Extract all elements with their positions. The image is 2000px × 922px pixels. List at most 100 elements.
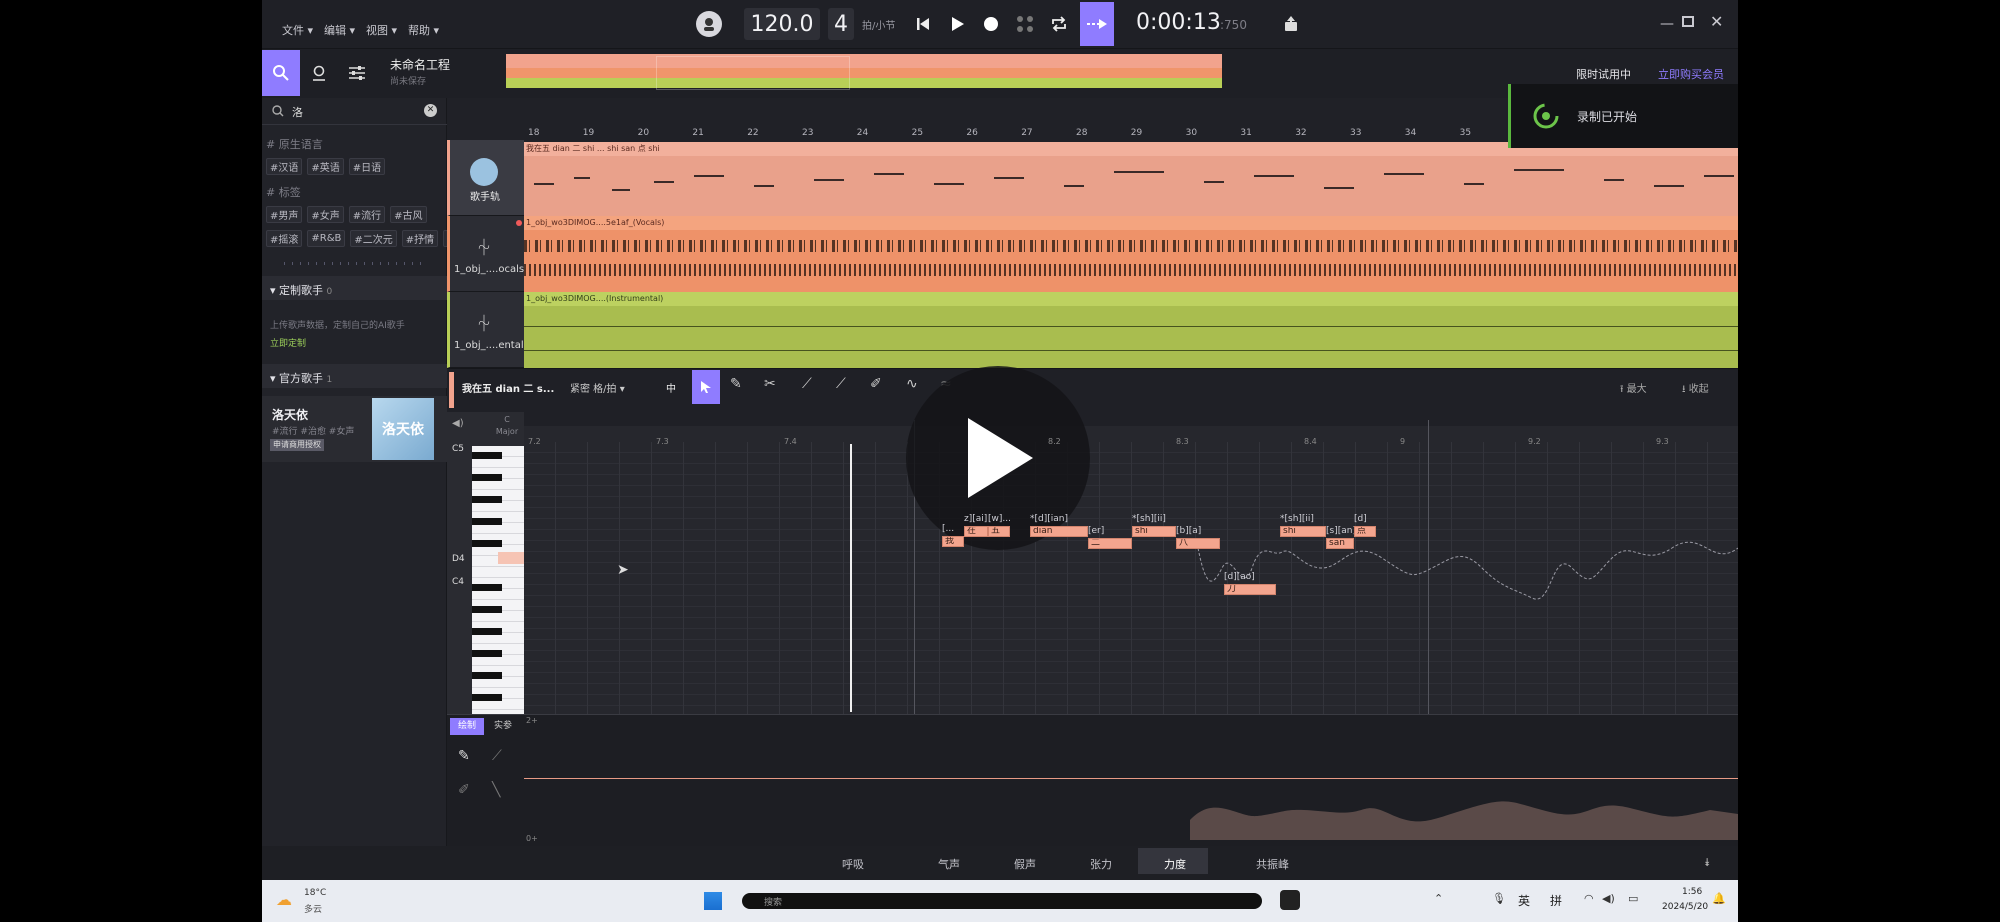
black-key[interactable] [472,452,502,459]
tag-lyrical[interactable]: #抒情 [401,230,439,247]
note-block[interactable]: san [1326,538,1354,549]
note-block[interactable]: 八 [1176,538,1220,549]
tab-formant[interactable]: 共振峰 [1256,856,1289,872]
user-button[interactable] [300,50,338,96]
weather-icon[interactable]: ☁ [276,890,292,909]
clear-search-icon[interactable]: ✕ [424,104,437,117]
key-scale-selector[interactable]: C Major [490,414,524,442]
note-block[interactable]: 二 [1088,538,1132,549]
export-button[interactable] [1278,11,1304,37]
project-name[interactable]: 未命名工程 [390,56,450,73]
track-header-instr[interactable]: ⏆ 1_obj_....ental) [447,292,528,368]
grid-button[interactable] [1012,11,1038,37]
follow-playhead-button[interactable] [1080,2,1114,46]
tag-chinese[interactable]: #汉语 [266,158,303,175]
ime-english[interactable]: 英 [1518,892,1530,909]
snap-select[interactable]: 紧密 格/拍 ▾ [570,380,625,395]
record-button[interactable] [978,11,1004,37]
overview-viewport[interactable] [656,56,850,90]
black-key[interactable] [472,518,502,525]
taskbar-search[interactable]: 搜索 [742,893,1262,909]
black-key[interactable] [472,540,502,547]
black-key[interactable] [472,628,502,635]
menu-view[interactable]: 视图 ▾ [366,22,397,38]
pitch-brush-icon[interactable]: ✐ [870,376,882,392]
menu-file[interactable]: 文件 ▾ [282,22,313,38]
custom-now-link[interactable]: 立即定制 [270,336,306,349]
vocals-audio-clip[interactable]: 1_obj_wo3DIMOG....5e1af_(Vocals) [524,216,1738,292]
license-button[interactable]: 申请商用授权 [270,439,324,451]
note-block[interactable]: 刀 [1224,584,1276,595]
tag-japanese[interactable]: #日语 [348,158,386,175]
buy-membership-link[interactable]: 立即购买会员 [1658,66,1724,82]
tab-breath[interactable]: 呼吸 [842,856,864,872]
collapse-panel-icon[interactable]: ⯯ [1704,856,1711,870]
play-button[interactable] [944,11,970,37]
tag-english[interactable]: #英语 [307,158,344,175]
tag-pop[interactable]: #流行 [348,206,386,223]
param-straight-icon[interactable]: ╲ [492,782,500,798]
tab-draw[interactable]: 绘制 [450,718,484,735]
note-block[interactable]: 在 [964,526,988,537]
note-block[interactable]: 我 [942,536,964,547]
metronome-button[interactable] [696,11,722,37]
collapse-button[interactable]: ⭳ 收起 [1682,380,1709,399]
vibrato-icon[interactable]: ∿ [906,376,918,392]
track-header-audio[interactable]: ⏆ 1_obj_....ocals) [447,216,528,292]
note-block[interactable]: 五 [988,526,1010,537]
restore-icon[interactable] [1682,16,1694,27]
tab-falsetto[interactable]: 假声 [1014,856,1036,872]
tab-tension[interactable]: 张力 [1090,856,1112,872]
tempo-display[interactable]: 120.0 [744,8,820,40]
wifi-icon[interactable]: ◠ [1584,892,1594,905]
tray-chevron-icon[interactable]: ⌃ [1434,892,1443,905]
volume-icon[interactable]: ◀) [1602,892,1615,905]
pitch-erase-icon[interactable]: ⟋ [836,376,846,392]
battery-icon[interactable]: ▭ [1628,892,1638,905]
tag-acg[interactable]: #二次元 [350,230,397,247]
note-block[interactable]: shi [1280,526,1326,537]
black-key[interactable] [472,650,502,657]
black-key[interactable] [472,584,502,591]
playhead-line[interactable] [850,444,852,712]
speaker-icon[interactable]: ◀) [452,418,464,429]
singer-library-button[interactable] [262,50,300,96]
tab-dynamics[interactable]: 力度 [1164,856,1186,872]
vocal-clip[interactable]: 我在五 dian 二 shi ... shi san 点 shi [524,142,1738,216]
search-box[interactable]: 洛 ✕ [272,103,437,119]
scissors-icon[interactable]: ✂ [764,376,776,392]
maximize-button[interactable]: ⭱ 最大 [1620,380,1647,399]
black-key[interactable] [472,606,502,613]
pencil-icon[interactable]: ✎ [730,376,742,392]
tag-ancient[interactable]: #古风 [390,206,427,223]
param-line-icon[interactable]: ⟋ [492,748,502,764]
pitch-draw-icon[interactable]: ⟋ [802,376,812,392]
instrumental-clip[interactable]: 1_obj_wo3DIMOG....(Instrumental) [524,292,1738,368]
singer-avatar[interactable]: 洛天依 [372,398,434,460]
note-block[interactable]: 点 [1354,526,1376,537]
mic-icon[interactable]: 🎙 [1492,892,1506,905]
rewind-button[interactable] [910,11,936,37]
beats-display[interactable]: 4 [828,8,854,40]
mode-select[interactable]: 中 [666,380,676,395]
param-draw-icon[interactable]: ✎ [458,748,470,764]
black-key[interactable] [472,496,502,503]
note-block[interactable]: dian [1030,526,1088,537]
tag-female[interactable]: #女声 [307,206,344,223]
select-tool[interactable] [692,370,720,404]
loop-button[interactable] [1046,11,1072,37]
note-block[interactable]: shi [1132,526,1176,537]
tab-air[interactable]: 气声 [938,856,960,872]
ime-pinyin[interactable]: 拼 [1550,892,1562,909]
param-baseline[interactable] [524,778,1738,779]
black-key[interactable] [472,694,502,701]
start-icon[interactable] [704,892,722,910]
qq-icon[interactable] [1280,890,1300,910]
record-armed-icon[interactable] [516,220,522,226]
tag-male[interactable]: #男声 [266,206,303,223]
tag-rock[interactable]: #摇滚 [266,230,303,247]
settings-button[interactable] [338,50,376,96]
track-header-vocal[interactable]: 歌手轨 [447,140,524,216]
param-erase-icon[interactable]: ✐ [458,782,470,798]
close-icon[interactable]: ✕ [1710,12,1723,31]
